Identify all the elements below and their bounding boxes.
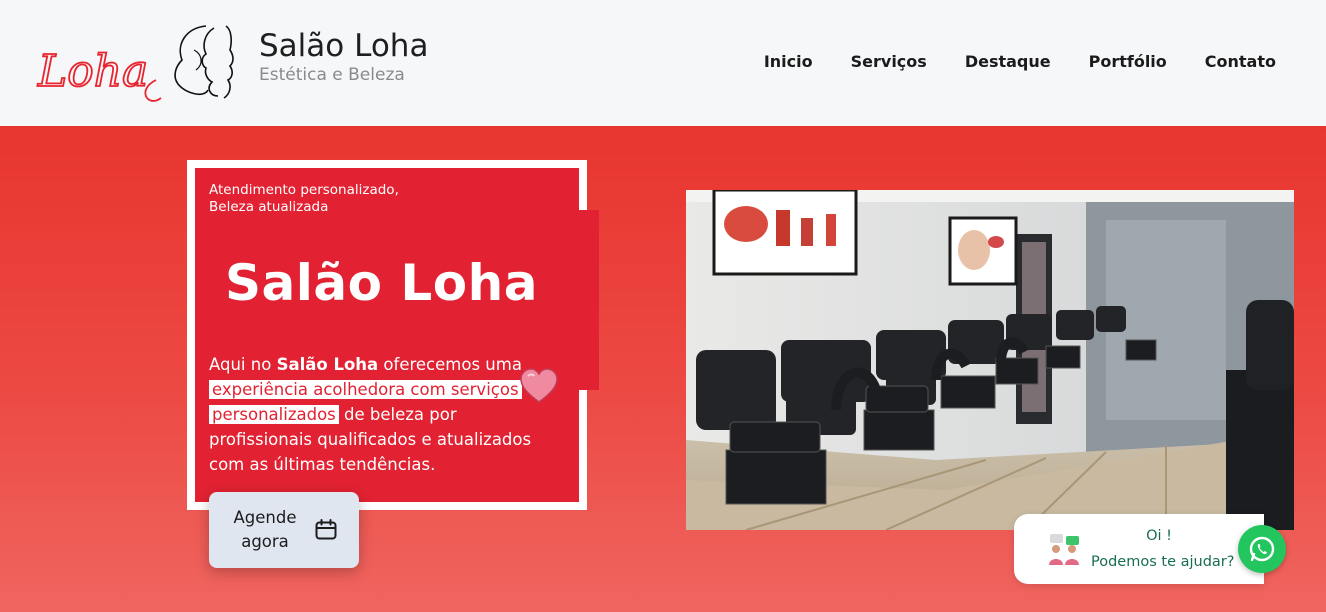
nav-item-portfolio[interactable]: Portfólio xyxy=(1089,52,1167,71)
desc-bold-brand: Salão Loha xyxy=(276,355,379,374)
tagline-line-1: Atendimento personalizado, xyxy=(209,182,399,198)
book-now-label: Agende agora xyxy=(233,508,297,551)
salon-logo[interactable]: Loha xyxy=(36,20,246,108)
brand-title: Salão Loha xyxy=(259,28,429,64)
hero-description: Aqui no Salão Loha oferecemos uma experi… xyxy=(209,352,539,477)
site-header: Loha Salão Loha Estética e Beleza Inicio… xyxy=(0,0,1326,126)
nav-item-servicos[interactable]: Serviços xyxy=(851,52,927,71)
main-nav: Inicio Serviços Destaque Portfólio Conta… xyxy=(726,52,1276,71)
whatsapp-button[interactable] xyxy=(1238,525,1286,573)
tagline-line-2: Beleza atualizada xyxy=(209,199,329,215)
book-now-button[interactable]: Agende agora xyxy=(209,492,359,568)
nav-item-destaque[interactable]: Destaque xyxy=(965,52,1051,71)
nav-item-inicio[interactable]: Inicio xyxy=(764,52,813,71)
nav-item-contato[interactable]: Contato xyxy=(1205,52,1276,71)
hero-card-accent xyxy=(577,210,599,390)
calendar-icon xyxy=(315,519,337,540)
heart-icon xyxy=(520,368,558,403)
salon-interior-image xyxy=(686,190,1294,530)
hero-tagline: Atendimento personalizado, Beleza atuali… xyxy=(209,182,469,216)
desc-highlight-2: personalizados xyxy=(209,405,339,424)
chat-help-text: Podemos te ajudar? xyxy=(1091,554,1235,570)
chat-widget[interactable]: Oi ! Podemos te ajudar? xyxy=(1014,514,1264,584)
hero-title: Salão Loha xyxy=(225,254,538,312)
brand-subtitle: Estética e Beleza xyxy=(259,65,405,85)
logo-wordmark: Loha xyxy=(37,46,148,97)
whatsapp-icon xyxy=(1249,536,1275,562)
chat-greeting: Oi ! xyxy=(1146,528,1172,544)
desc-text-2: oferecemos uma xyxy=(378,355,522,374)
desc-highlight-1: experiência acolhedora com serviços xyxy=(209,380,522,399)
desc-text-1: Aqui no xyxy=(209,355,277,374)
